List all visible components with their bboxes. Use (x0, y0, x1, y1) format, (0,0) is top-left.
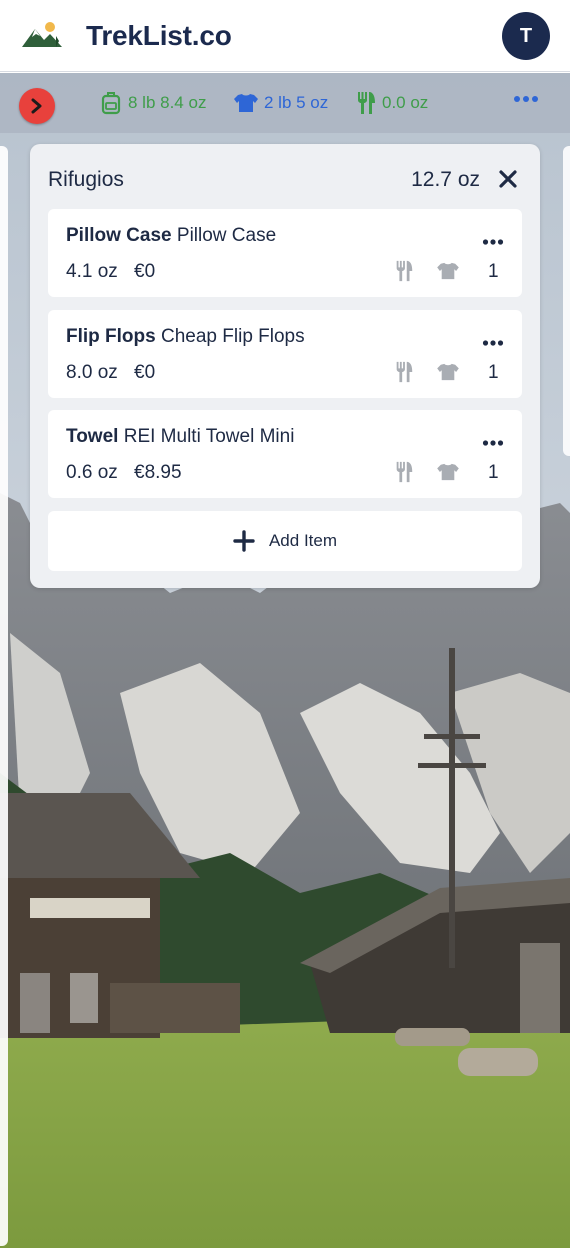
backpack-icon (101, 92, 121, 115)
list-total-weight: 12.7 oz (411, 168, 480, 191)
expand-sidebar-button[interactable] (19, 88, 55, 124)
utensils-icon[interactable] (394, 461, 414, 483)
chevron-right-icon (31, 98, 42, 114)
brand-name[interactable]: TrekList.co (86, 20, 232, 52)
list-item[interactable]: Towel REI Multi Towel Mini 0.6 oz €8.95 … (48, 410, 522, 498)
utensils-icon (358, 92, 375, 114)
plus-icon (233, 530, 255, 552)
adjacent-list-panel-left[interactable] (0, 146, 8, 1246)
worn-weight-stat: 2 lb 5 oz (234, 91, 328, 115)
add-item-label: Add Item (268, 531, 338, 550)
utensils-icon[interactable] (394, 260, 414, 282)
item-price[interactable]: €0 (134, 261, 155, 283)
item-name: Pillow Case (66, 225, 172, 246)
list-title[interactable]: Rifugios (48, 168, 124, 192)
consumable-weight-value: 0.0 oz (382, 93, 429, 112)
item-description: REI Multi Towel Mini (123, 426, 295, 447)
item-name: Flip Flops (66, 326, 156, 347)
mountain-logo-icon[interactable] (20, 20, 64, 50)
item-description: Cheap Flip Flops (161, 326, 305, 347)
app-header: TrekList.co T (0, 0, 570, 72)
list-item[interactable]: Flip Flops Cheap Flip Flops 8.0 oz €0 1 (48, 310, 522, 398)
item-description: Pillow Case (176, 225, 277, 246)
consumable-weight-stat: 0.0 oz (356, 91, 428, 115)
item-weight[interactable]: 8.0 oz (66, 362, 118, 384)
add-item-button[interactable]: Add Item (48, 511, 522, 571)
item-name: Towel (66, 426, 119, 447)
item-price[interactable]: €8.95 (134, 462, 182, 484)
shirt-icon[interactable] (437, 363, 459, 381)
more-horizontal-icon[interactable] (482, 233, 504, 245)
shirt-icon[interactable] (437, 463, 459, 481)
item-quantity[interactable]: 1 (488, 462, 499, 484)
close-icon[interactable] (496, 167, 520, 191)
list-item[interactable]: Pillow Case Pillow Case 4.1 oz €0 1 (48, 209, 522, 297)
more-horizontal-icon[interactable] (482, 334, 504, 346)
base-weight-stat: 8 lb 8.4 oz (100, 91, 206, 115)
utensils-icon[interactable] (394, 361, 414, 383)
item-quantity[interactable]: 1 (488, 261, 499, 283)
gear-list-card: Rifugios 12.7 oz Pillow Case Pillow Case… (30, 144, 540, 588)
item-weight[interactable]: 4.1 oz (66, 261, 118, 283)
worn-weight-value: 2 lb 5 oz (264, 93, 329, 112)
weight-summary-bar: 8 lb 8.4 oz 2 lb 5 oz 0.0 oz (0, 73, 570, 133)
adjacent-list-panel-right[interactable] (563, 146, 570, 456)
item-weight[interactable]: 0.6 oz (66, 462, 118, 484)
base-weight-value: 8 lb 8.4 oz (128, 93, 207, 112)
more-horizontal-icon[interactable] (482, 434, 504, 446)
shirt-icon (234, 94, 258, 112)
shirt-icon[interactable] (437, 262, 459, 280)
more-horizontal-icon[interactable] (512, 92, 540, 106)
user-avatar[interactable]: T (502, 12, 550, 60)
item-quantity[interactable]: 1 (488, 362, 499, 384)
item-price[interactable]: €0 (134, 362, 155, 384)
